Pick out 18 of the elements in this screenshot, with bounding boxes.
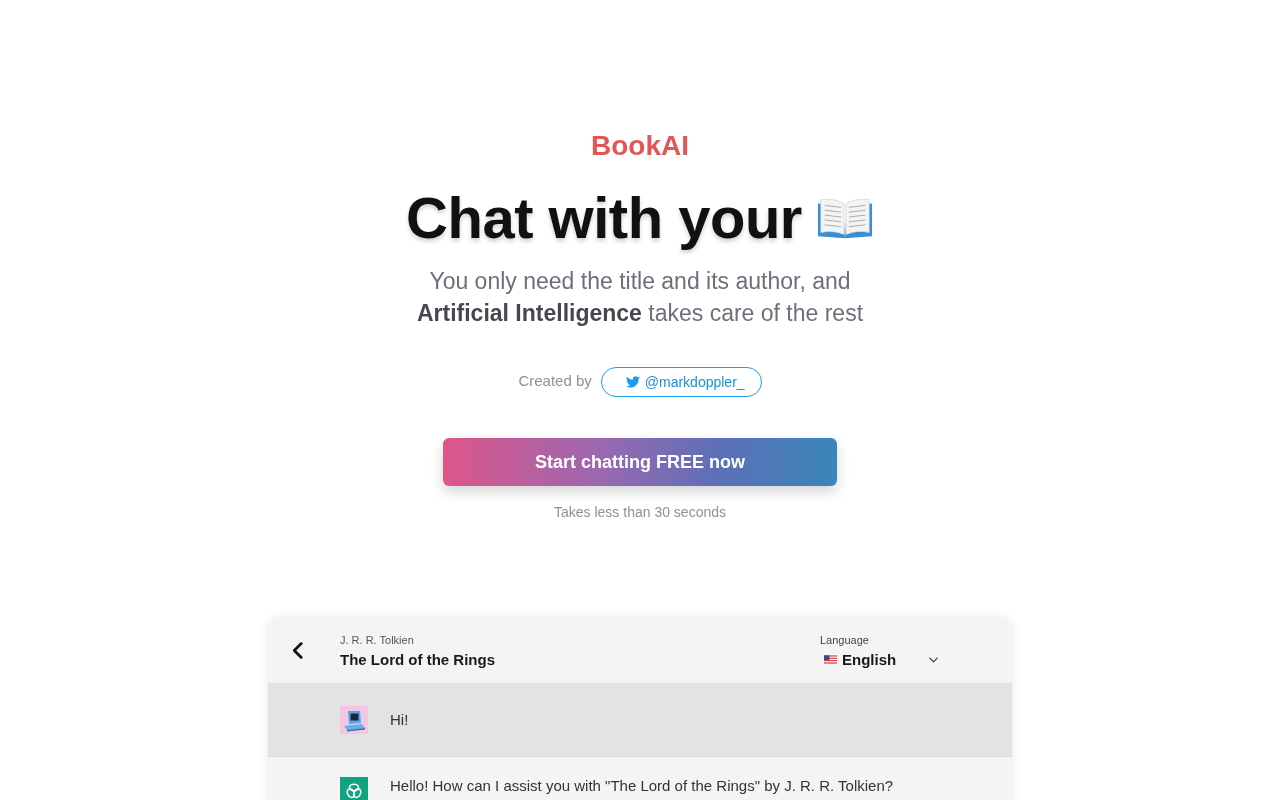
start-chatting-button[interactable]: Start chatting FREE now — [443, 438, 837, 486]
chat-message-text: Hi! — [390, 710, 409, 730]
hero-subtitle: You only need the title and its author, and Artificial Intelligence takes care of the rest — [416, 267, 864, 328]
cta-note: Takes less than 30 seconds — [554, 503, 726, 522]
flag-icon — [824, 655, 837, 664]
open-book-icon — [815, 195, 874, 241]
back-icon[interactable] — [291, 642, 303, 659]
book-author: J. R. R. Tolkien — [340, 632, 415, 647]
language-select[interactable]: English — [820, 650, 940, 669]
bird-icon — [625, 376, 640, 388]
brand-logo: BookAI — [591, 129, 689, 163]
credit-label: Created by — [518, 371, 592, 389]
language-label: Language — [820, 632, 870, 647]
chat-message-text: Hello! How can I assist you with "The Lord of the Rings" by J. R. R. Tolkien? — [390, 777, 894, 795]
chevron-down-icon — [929, 656, 938, 663]
book-title: The Lord of the Rings — [340, 650, 496, 669]
computer-avatar-icon — [340, 706, 368, 734]
hero-title: Chat with your — [406, 184, 802, 252]
